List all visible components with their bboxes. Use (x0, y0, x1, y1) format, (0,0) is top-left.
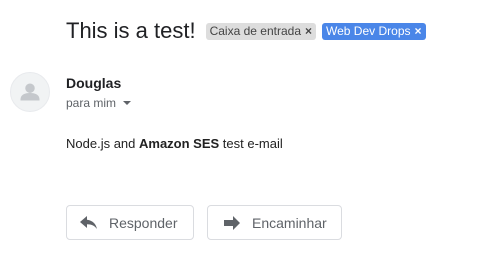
email-body: Node.js and Amazon SES test e-mail (66, 136, 283, 151)
body-text-bold: Amazon SES (139, 136, 220, 151)
person-icon (20, 83, 40, 101)
caret-down-icon (123, 101, 132, 105)
reply-button[interactable]: Responder (66, 205, 194, 240)
forward-button[interactable]: Encaminhar (207, 205, 342, 240)
label-chip-text: Web Dev Drops (326, 23, 411, 38)
reply-button-label: Responder (109, 214, 178, 231)
forward-arrow-icon (222, 213, 242, 233)
body-text-part: test e-mail (219, 136, 283, 151)
recipient-text: para mim (66, 96, 117, 110)
label-chip-text: Caixa de entrada (209, 23, 301, 38)
email-subject: This is a test! (66, 18, 196, 43)
body-text-part: Node.js and (66, 136, 139, 151)
sender-avatar[interactable] (10, 72, 50, 112)
email-view: This is a test! Caixa de entrada × Web D… (0, 0, 498, 260)
recipient-details-toggle[interactable]: para mim (66, 96, 132, 110)
label-chip-web-dev-drops[interactable]: Web Dev Drops × (322, 22, 426, 40)
sender-name[interactable]: Douglas (66, 75, 121, 91)
subject-row: This is a test! Caixa de entrada × Web D… (66, 17, 426, 45)
reply-arrow-icon (79, 213, 99, 233)
remove-label-icon[interactable]: × (305, 23, 312, 40)
forward-button-label: Encaminhar (252, 214, 327, 231)
remove-label-icon[interactable]: × (415, 23, 422, 40)
label-chip-inbox[interactable]: Caixa de entrada × (205, 22, 317, 40)
